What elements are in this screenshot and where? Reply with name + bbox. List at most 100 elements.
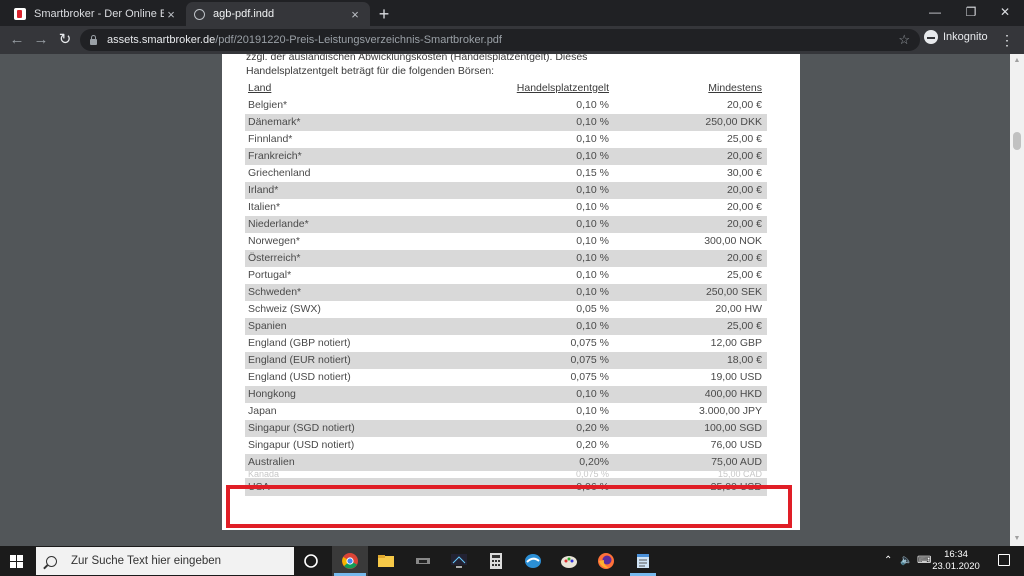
- calculator-icon[interactable]: [487, 552, 505, 570]
- table-row: Schweden* 0,10 % 250,00 SEK: [245, 284, 767, 301]
- cell-land: Schweiz (SWX): [248, 303, 321, 315]
- cell-entgelt: 0,20 %: [576, 422, 609, 434]
- table-row: Norwegen* 0,10 % 300,00 NOK: [245, 233, 767, 250]
- tab-agb-pdf[interactable]: agb-pdf.indd ×: [186, 2, 370, 26]
- globe-icon: [194, 8, 205, 20]
- cell-land: Griechenland: [248, 167, 311, 179]
- cell-land: Norwegen*: [248, 235, 300, 247]
- cell-min: 15,00 CAD: [717, 471, 762, 478]
- cell-land: England (EUR notiert): [248, 354, 351, 366]
- intro-line: Handelsplatzentgelt beträgt für die folg…: [246, 65, 495, 77]
- cell-min: 20,00 €: [726, 150, 762, 162]
- cell-land: Kanada: [248, 471, 280, 478]
- table-row: Italien* 0,10 % 20,00 €: [245, 199, 767, 216]
- paint-icon[interactable]: [560, 552, 578, 570]
- vertical-scrollbar[interactable]: ▲ ▼: [1010, 54, 1024, 546]
- cell-land: Japan: [248, 405, 277, 417]
- cell-min: 400,00 HKD: [704, 388, 762, 400]
- red-highlight-box: [226, 485, 792, 528]
- table-row: Japan 0,10 % 3.000,00 JPY: [245, 403, 767, 420]
- file-explorer-icon[interactable]: [377, 552, 395, 570]
- volume-icon[interactable]: 🔈: [900, 546, 912, 576]
- reload-button[interactable]: ↻: [54, 30, 76, 50]
- taskbar-search[interactable]: Zur Suche Text hier eingeben: [36, 547, 294, 575]
- cell-min: 76,00 USD: [710, 439, 762, 451]
- cell-entgelt: 0,10 %: [576, 320, 609, 332]
- maximize-button[interactable]: ❐: [956, 3, 986, 21]
- windows-start-icon[interactable]: [10, 555, 24, 569]
- cell-entgelt: 0,10 %: [576, 405, 609, 417]
- tab-strip: Smartbroker - Der Online Broker × agb-pd…: [0, 0, 1024, 26]
- table-row: Spanien 0,10 % 25,00 €: [245, 318, 767, 335]
- cell-entgelt: 0,075 %: [570, 371, 609, 383]
- intro-line: zzgl. der ausländischen Abwicklungskoste…: [246, 51, 588, 63]
- menu-icon[interactable]: ⋮: [1000, 30, 1014, 50]
- cell-land: Hongkong: [248, 388, 296, 400]
- bookmark-star-icon[interactable]: ☆: [898, 32, 910, 48]
- notification-icon[interactable]: [998, 554, 1010, 566]
- table-row: Belgien* 0,10 % 20,00 €: [245, 97, 767, 114]
- cell-land: Australien: [248, 456, 295, 468]
- cell-min: 75,00 AUD: [711, 456, 762, 468]
- new-tab-button[interactable]: +: [374, 4, 394, 24]
- address-bar[interactable]: assets.smartbroker.de/pdf/20191220-Preis…: [80, 29, 920, 51]
- cell-min: 300,00 NOK: [704, 235, 762, 247]
- cell-land: Portugal*: [248, 269, 292, 281]
- cell-land: Niederlande*: [248, 218, 309, 230]
- cell-entgelt: 0,075 %: [570, 354, 609, 366]
- cell-min: 250,00 SEK: [705, 286, 762, 298]
- fee-table: Land Handelsplatzentgelt Mindestens Belg…: [245, 80, 767, 496]
- incognito-indicator[interactable]: Inkognito: [924, 30, 988, 44]
- cell-entgelt: 0,10 %: [576, 184, 609, 196]
- scrollbar-thumb[interactable]: [1013, 132, 1021, 150]
- cell-land: Schweden*: [248, 286, 302, 298]
- table-row: Österreich* 0,10 % 20,00 €: [245, 250, 767, 267]
- cell-min: 12,00 GBP: [710, 337, 762, 349]
- cell-entgelt: 0,10 %: [576, 133, 609, 145]
- close-tab-icon[interactable]: ×: [164, 7, 178, 22]
- url-text: assets.smartbroker.de/pdf/20191220-Preis…: [107, 34, 502, 46]
- cell-entgelt: 0,10 %: [576, 269, 609, 281]
- tray-chevron-icon[interactable]: ⌃: [884, 546, 892, 576]
- chrome-icon[interactable]: [341, 552, 359, 570]
- table-row: Griechenland 0,15 % 30,00 €: [245, 165, 767, 182]
- edge-browser-icon[interactable]: [524, 552, 542, 570]
- forward-button[interactable]: →: [30, 30, 52, 50]
- scroll-up-icon[interactable]: ▲: [1013, 57, 1021, 65]
- app-icon[interactable]: [414, 552, 432, 570]
- cell-land: Singapur (USD notiert): [248, 439, 355, 451]
- cell-min: 20,00 €: [726, 252, 762, 264]
- close-tab-icon[interactable]: ×: [348, 7, 362, 22]
- table-row: England (USD notiert) 0,075 % 19,00 USD: [245, 369, 767, 386]
- cell-entgelt: 0,075 %: [570, 337, 609, 349]
- close-window-button[interactable]: ✕: [990, 3, 1020, 21]
- url-path: /pdf/20191220-Preis-Leistungsverzeichnis…: [215, 34, 502, 46]
- firefox-icon[interactable]: [597, 552, 615, 570]
- taskbar-clock[interactable]: 16:34 23.01.2020: [930, 549, 982, 573]
- incognito-icon: [924, 30, 938, 44]
- cell-min: 20,00 €: [726, 99, 762, 111]
- cell-min: 3.000,00 JPY: [698, 405, 762, 417]
- search-icon: [46, 555, 57, 567]
- tab-smartbroker[interactable]: Smartbroker - Der Online Broker ×: [6, 2, 186, 26]
- cell-min: 100,00 SGD: [704, 422, 762, 434]
- cell-min: 19,00 USD: [710, 371, 762, 383]
- cell-min: 25,00 €: [726, 133, 762, 145]
- table-row: Schweiz (SWX) 0,05 % 20,00 HW: [245, 301, 767, 318]
- cell-entgelt: 0,10 %: [576, 99, 609, 111]
- cell-land: England (USD notiert): [248, 371, 351, 383]
- table-row: England (GBP notiert) 0,075 % 12,00 GBP: [245, 335, 767, 352]
- cell-entgelt: 0,10 %: [576, 150, 609, 162]
- pdf-page: zzgl. der ausländischen Abwicklungskoste…: [222, 51, 800, 530]
- scroll-down-icon[interactable]: ▼: [1013, 535, 1021, 543]
- cell-land: Singapur (SGD notiert): [248, 422, 355, 434]
- minimize-button[interactable]: —: [920, 3, 950, 21]
- cell-entgelt: 0,075 %: [575, 471, 609, 478]
- back-button[interactable]: ←: [6, 30, 28, 50]
- monitor-app-icon[interactable]: [450, 552, 468, 570]
- task-view-icon[interactable]: [302, 552, 320, 570]
- table-row: Australien 0,20% 75,00 AUD: [245, 454, 767, 471]
- notepad-icon[interactable]: [634, 552, 652, 570]
- cell-entgelt: 0,10 %: [576, 388, 609, 400]
- cell-min: 25,00 €: [726, 269, 762, 281]
